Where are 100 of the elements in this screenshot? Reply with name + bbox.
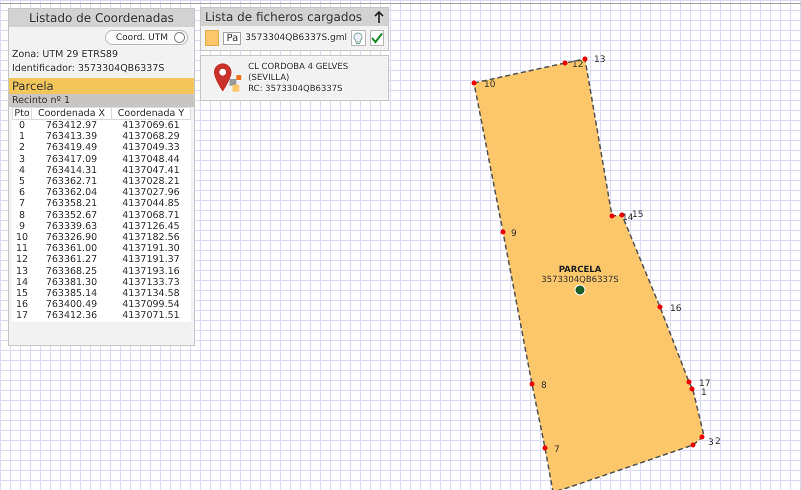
- table-cell: 2: [12, 142, 32, 154]
- check-button[interactable]: [370, 30, 384, 46]
- vertex-label: 3: [708, 438, 714, 448]
- column-header: Coordenada Y: [111, 108, 190, 120]
- vertex-label: 17: [699, 379, 710, 389]
- identifier-text: Identificador: 3573304QB6337S: [11, 62, 166, 76]
- utm-toggle[interactable]: Coord. UTM: [104, 30, 188, 45]
- vertex-marker[interactable]: [562, 60, 568, 66]
- table-cell: 10: [12, 232, 32, 244]
- table-cell: 763414.31: [32, 164, 112, 176]
- enclosure-header: Recinto nº 1: [9, 94, 194, 107]
- vertex-label: 10: [484, 80, 496, 90]
- table-cell: 4137048.44: [111, 154, 190, 165]
- table-cell: 4137027.96: [111, 187, 190, 198]
- table-cell: 4137068.71: [111, 210, 190, 221]
- vertex-label: 16: [670, 304, 682, 314]
- table-cell: 13: [12, 266, 32, 277]
- table-cell: 763361.27: [32, 254, 112, 266]
- collapse-arrow-icon[interactable]: [374, 11, 384, 23]
- table-cell: 763358.21: [32, 198, 112, 210]
- column-header: Coordenada X: [32, 108, 112, 120]
- table-cell: 6: [12, 187, 32, 198]
- table-cell: 4137126.45: [111, 220, 190, 232]
- file-name: 3573304QB6337S.gml: [245, 33, 348, 43]
- table-cell: 4137069.61: [111, 120, 190, 132]
- zone-text: Zona: UTM 29 ETRS89: [11, 48, 119, 62]
- table-cell: 4137193.16: [111, 266, 190, 277]
- table-cell: 4137191.37: [111, 254, 190, 266]
- table-cell: 4137028.21: [111, 176, 190, 188]
- vertex-label: 12: [572, 60, 584, 70]
- table-cell: 4137133.73: [111, 276, 190, 288]
- vertex-marker[interactable]: [610, 214, 614, 218]
- address-text: CL CORDOBA 4 GELVES (SEVILLA): [248, 62, 350, 84]
- table-cell: 4137099.54: [111, 299, 190, 310]
- layer-tag: Pa: [223, 32, 242, 44]
- table-cell: 8: [12, 210, 32, 221]
- table-cell: 12: [12, 254, 32, 266]
- table-cell: 14: [12, 276, 32, 288]
- column-header: Pto: [12, 108, 32, 120]
- vertex-marker[interactable]: [500, 230, 506, 234]
- panel-title: Lista de ficheros cargados: [205, 10, 362, 24]
- map-pin-icon: [213, 62, 242, 94]
- table-cell: 11: [12, 243, 32, 254]
- table-cell: 4137049.33: [111, 142, 190, 154]
- vertex-marker[interactable]: [686, 380, 692, 384]
- table-cell: 763412.36: [32, 310, 112, 322]
- table-cell: 1: [12, 131, 32, 142]
- table-cell: 763419.49: [32, 142, 112, 154]
- reference-text: RC: 3573304QB6337S: [248, 84, 344, 94]
- table-cell: 763339.63: [32, 220, 112, 232]
- lightbulb-button[interactable]: [351, 30, 366, 46]
- table-cell: 17: [12, 310, 32, 322]
- table-cell: 763412.97: [32, 120, 112, 132]
- table-cell: 763326.90: [32, 232, 112, 244]
- table-cell: 763413.39: [32, 131, 112, 142]
- vertex-label: 8: [541, 381, 547, 391]
- layer-swatch[interactable]: [205, 30, 220, 46]
- vertex-marker[interactable]: [690, 442, 696, 448]
- vertex-label: 7: [554, 445, 560, 455]
- table-cell: 763362.04: [32, 187, 112, 198]
- vertex-label: 2: [715, 437, 721, 447]
- table-cell: 4137071.51: [111, 310, 190, 322]
- table-cell: 4137134.58: [111, 288, 190, 300]
- vertex-marker[interactable]: [582, 56, 588, 62]
- vertex-label: 1: [701, 388, 707, 398]
- table-cell: 5: [12, 176, 32, 188]
- vertex-marker[interactable]: [472, 80, 476, 86]
- table-cell: 16: [12, 299, 32, 310]
- vertex-label: 15: [632, 210, 644, 220]
- table-cell: 763385.14: [32, 288, 112, 300]
- table-cell: 763400.49: [32, 299, 112, 310]
- table-cell: 4137047.41: [111, 164, 190, 176]
- vertex-marker[interactable]: [700, 434, 704, 440]
- table-cell: 3: [12, 154, 32, 165]
- table-cell: 763352.67: [32, 210, 112, 221]
- vertex-label: 14: [622, 213, 634, 223]
- section-header: Parcela: [9, 78, 194, 94]
- table-cell: 4: [12, 164, 32, 176]
- table-cell: 763368.25: [32, 266, 112, 277]
- table-cell: 763381.30: [32, 276, 112, 288]
- vertex-marker[interactable]: [658, 304, 662, 310]
- table-cell: 4137182.56: [111, 232, 190, 244]
- table-cell: 763417.09: [32, 154, 112, 165]
- table-cell: 0: [12, 120, 32, 132]
- vertex-label: 9: [511, 229, 517, 239]
- table-cell: 4137068.29: [111, 131, 190, 142]
- vertex-marker[interactable]: [542, 446, 548, 450]
- table-cell: 7: [12, 198, 32, 210]
- vertex-marker[interactable]: [530, 382, 534, 386]
- vertex-marker[interactable]: [620, 212, 624, 218]
- table-cell: 4137191.30: [111, 243, 190, 254]
- parcel-id: 3573304QB6337S: [541, 275, 619, 285]
- table-cell: 9: [12, 220, 32, 232]
- parcel-label: PARCELA: [558, 265, 602, 275]
- vertex-marker[interactable]: [690, 386, 694, 392]
- vertex-label: 13: [594, 55, 606, 65]
- table-cell: 4137044.85: [111, 198, 190, 210]
- table-cell: 763361.00: [32, 243, 112, 254]
- table-cell: 763362.71: [32, 176, 112, 188]
- panel-title: Listado de Coordenadas: [9, 9, 194, 27]
